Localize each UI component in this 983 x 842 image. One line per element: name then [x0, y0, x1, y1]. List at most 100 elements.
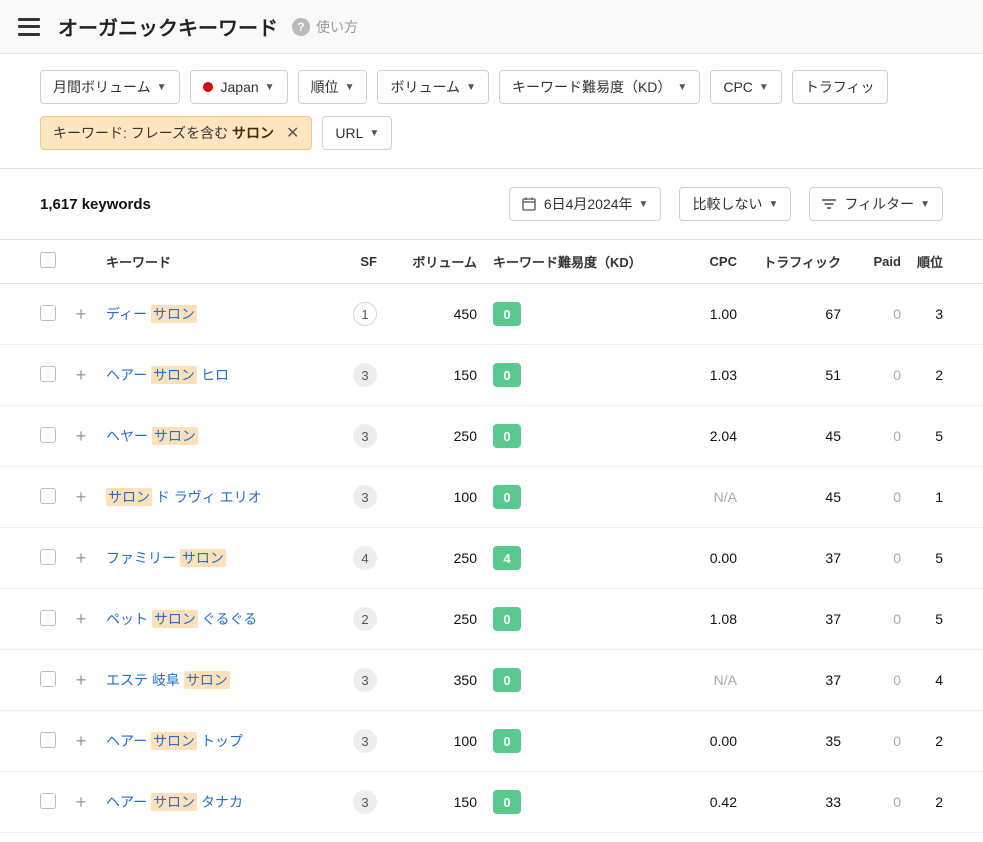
sf-badge[interactable]: 3: [353, 729, 377, 753]
filter-label: URL: [335, 125, 363, 141]
keyword-link[interactable]: ヘアー サロン ヒロ: [106, 366, 229, 384]
row-checkbox[interactable]: [40, 732, 56, 748]
sf-badge[interactable]: 3: [353, 424, 377, 448]
expand-icon[interactable]: +: [72, 731, 90, 752]
filter-url[interactable]: URL ▼: [322, 116, 392, 150]
filter-label: トラフィッ: [805, 77, 875, 97]
kd-badge: 0: [493, 363, 521, 387]
paid-cell: 0: [849, 711, 909, 772]
expand-icon[interactable]: +: [72, 365, 90, 386]
filter-traffic[interactable]: トラフィッ: [792, 70, 888, 104]
row-checkbox[interactable]: [40, 366, 56, 382]
table-row: +エステ 岐阜 サロン33500N/A3704: [0, 650, 983, 711]
active-filter-value: サロン: [232, 125, 274, 141]
expand-icon[interactable]: +: [72, 609, 90, 630]
col-volume[interactable]: ボリューム: [385, 240, 485, 284]
filter-label: Japan: [221, 79, 259, 95]
table-row: +ペット サロン ぐるぐる225001.083705: [0, 589, 983, 650]
col-position[interactable]: 順位: [909, 240, 983, 284]
kd-badge: 0: [493, 790, 521, 814]
highlighted-term: サロン: [151, 732, 197, 750]
kd-badge: 0: [493, 424, 521, 448]
keyword-link[interactable]: ペット サロン ぐるぐる: [106, 610, 257, 628]
select-all-checkbox[interactable]: [40, 252, 56, 268]
keyword-link[interactable]: ヘアー サロン タナカ: [106, 793, 243, 811]
keyword-link[interactable]: エステ 岐阜 サロン: [106, 671, 230, 689]
sf-badge[interactable]: 4: [353, 546, 377, 570]
volume-cell: 100: [385, 467, 485, 528]
active-filter-prefix: キーワード: フレーズを含む: [53, 125, 232, 141]
sf-badge[interactable]: 2: [353, 607, 377, 631]
sf-badge[interactable]: 3: [353, 363, 377, 387]
keyword-link[interactable]: ファミリー サロン: [106, 549, 226, 567]
kd-badge: 0: [493, 485, 521, 509]
filter-kd[interactable]: キーワード難易度（KD） ▼: [499, 70, 700, 104]
paid-cell: 0: [849, 406, 909, 467]
expand-icon[interactable]: +: [72, 670, 90, 691]
paid-cell: 0: [849, 650, 909, 711]
col-kd[interactable]: キーワード難易度（KD）: [485, 240, 675, 284]
cpc-cell: 1.03: [675, 345, 745, 406]
caret-down-icon: ▼: [345, 82, 355, 93]
help-link[interactable]: 使い方: [316, 17, 358, 37]
filter-position[interactable]: 順位 ▼: [298, 70, 368, 104]
kd-badge: 0: [493, 729, 521, 753]
filter-country[interactable]: Japan ▼: [190, 70, 288, 104]
sf-badge[interactable]: 3: [353, 485, 377, 509]
date-picker[interactable]: 6日4月2024年 ▼: [509, 187, 662, 221]
col-paid[interactable]: Paid: [849, 240, 909, 284]
paid-cell: 0: [849, 467, 909, 528]
position-cell: 2: [909, 345, 983, 406]
sf-badge[interactable]: 3: [353, 790, 377, 814]
expand-icon[interactable]: +: [72, 426, 90, 447]
caret-down-icon: ▼: [677, 82, 687, 93]
traffic-cell: 45: [745, 467, 849, 528]
menu-icon[interactable]: [18, 18, 40, 36]
row-checkbox[interactable]: [40, 793, 56, 809]
cpc-cell: 0.00: [675, 711, 745, 772]
sf-badge[interactable]: 1: [353, 302, 377, 326]
traffic-cell: 37: [745, 650, 849, 711]
highlighted-term: サロン: [152, 427, 198, 445]
row-checkbox[interactable]: [40, 671, 56, 687]
filter-cpc[interactable]: CPC ▼: [710, 70, 781, 104]
cpc-cell: 2.04: [675, 406, 745, 467]
filter-button[interactable]: フィルター ▼: [809, 187, 943, 221]
close-icon[interactable]: ✕: [286, 123, 299, 143]
expand-icon[interactable]: +: [72, 792, 90, 813]
filter-label: キーワード難易度（KD）: [512, 77, 671, 97]
keyword-link[interactable]: サロン ド ラヴィ エリオ: [106, 488, 262, 506]
filter-label: 月間ボリューム: [53, 77, 151, 97]
row-checkbox[interactable]: [40, 427, 56, 443]
filter-label: CPC: [723, 79, 753, 95]
compare-dropdown[interactable]: 比較しない ▼: [679, 187, 791, 221]
sf-badge[interactable]: 3: [353, 668, 377, 692]
calendar-icon: [522, 197, 536, 211]
expand-icon[interactable]: +: [72, 548, 90, 569]
row-checkbox[interactable]: [40, 305, 56, 321]
active-keyword-filter[interactable]: キーワード: フレーズを含む サロン ✕: [40, 116, 312, 150]
traffic-cell: 51: [745, 345, 849, 406]
caret-down-icon: ▼: [920, 199, 930, 210]
help-icon[interactable]: ?: [292, 18, 310, 36]
row-checkbox[interactable]: [40, 610, 56, 626]
filter-volume[interactable]: ボリューム ▼: [377, 70, 489, 104]
row-checkbox[interactable]: [40, 488, 56, 504]
keyword-link[interactable]: ディー サロン: [106, 305, 197, 323]
table-row: +ディー サロン145001.006703: [0, 284, 983, 345]
row-checkbox[interactable]: [40, 549, 56, 565]
expand-icon[interactable]: +: [72, 487, 90, 508]
col-cpc[interactable]: CPC: [675, 240, 745, 284]
col-traffic[interactable]: トラフィック: [745, 240, 849, 284]
expand-icon[interactable]: +: [72, 304, 90, 325]
filter-monthly-volume[interactable]: 月間ボリューム ▼: [40, 70, 180, 104]
filter-label: 順位: [311, 77, 339, 97]
col-keyword[interactable]: キーワード: [98, 240, 337, 284]
col-sf[interactable]: SF: [337, 240, 385, 284]
traffic-cell: 67: [745, 284, 849, 345]
cpc-cell: 1.08: [675, 589, 745, 650]
toolbar: 1,617 keywords 6日4月2024年 ▼ 比較しない ▼ フィルター…: [0, 169, 983, 240]
keyword-link[interactable]: ヘヤー サロン: [106, 427, 198, 445]
highlighted-term: サロン: [106, 488, 152, 506]
keyword-link[interactable]: ヘアー サロン トップ: [106, 732, 243, 750]
